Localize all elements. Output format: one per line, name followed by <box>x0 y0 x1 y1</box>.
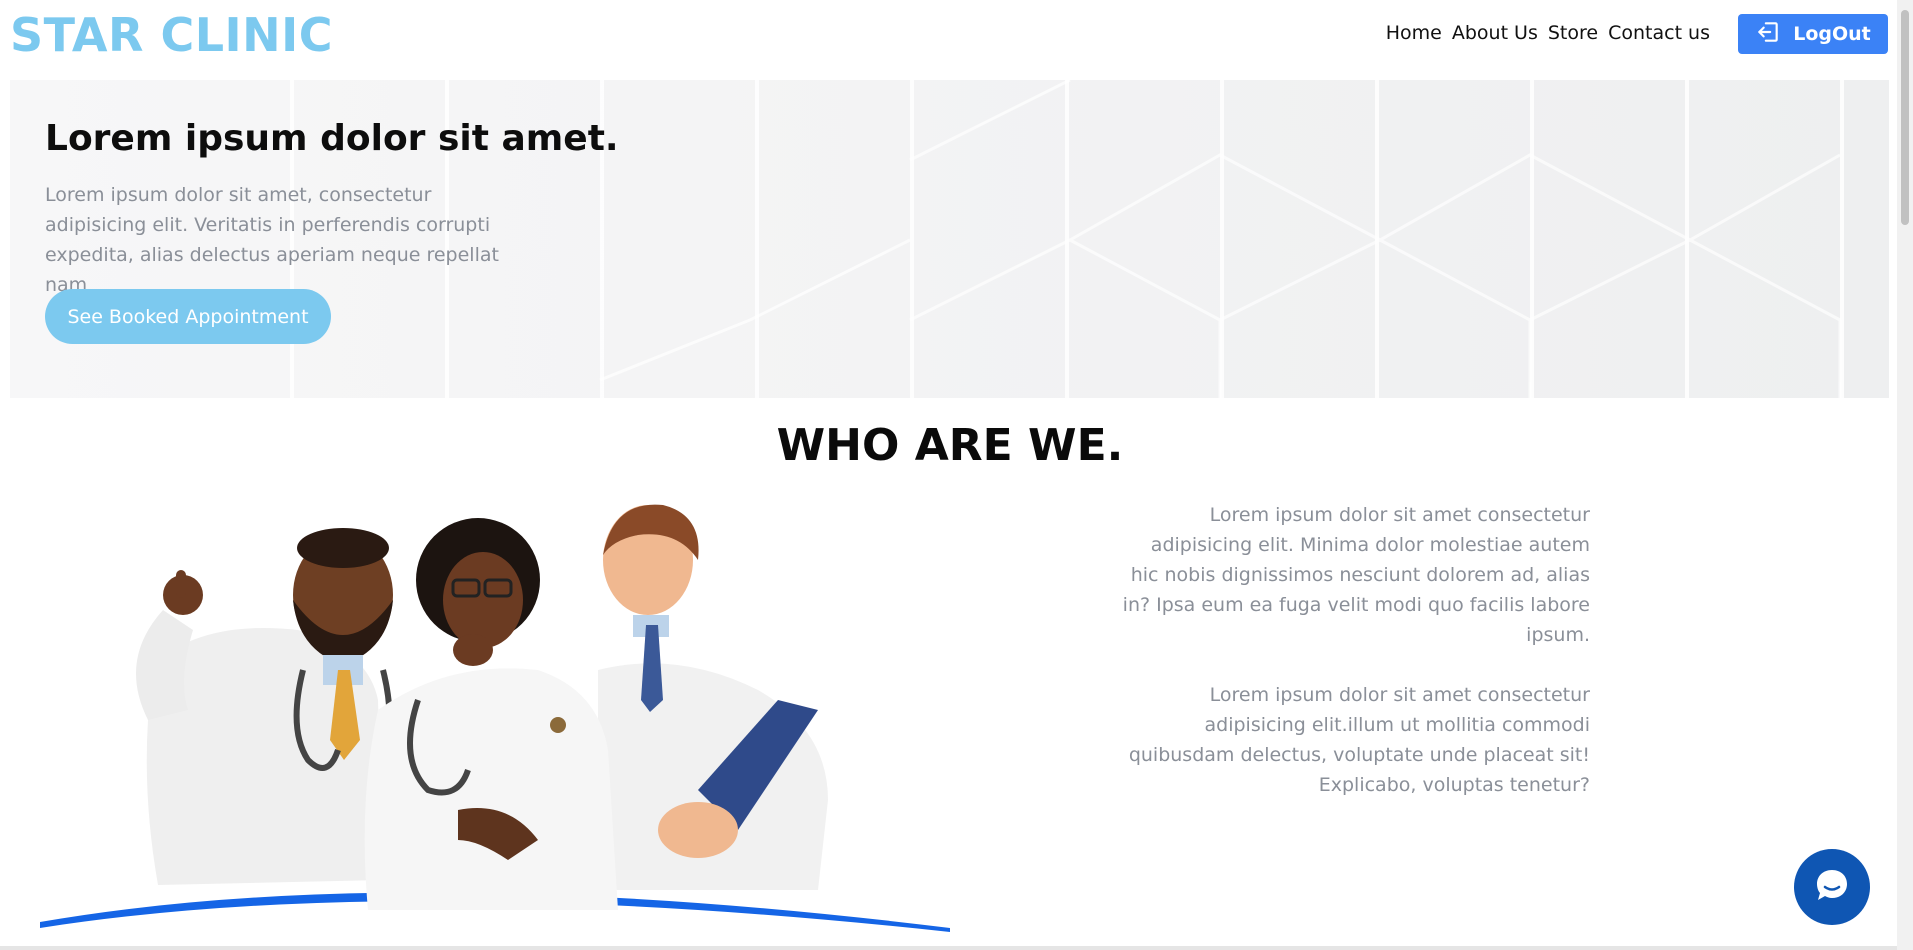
nav-link-contact[interactable]: Contact us <box>1608 22 1710 44</box>
vertical-scrollbar[interactable] <box>1897 0 1913 950</box>
section-title: WHO ARE WE. <box>776 420 1124 471</box>
doctor-right <box>598 504 828 890</box>
nav-link-about[interactable]: About Us <box>1452 22 1538 44</box>
nav-links: Home About Us Store Contact us <box>1386 22 1710 44</box>
doctor-middle <box>364 518 618 910</box>
see-booked-appointment-button[interactable]: See Booked Appointment <box>45 289 331 344</box>
about-paragraph-2: Lorem ipsum dolor sit amet consectetur a… <box>1128 684 1590 796</box>
logout-label: LogOut <box>1793 23 1871 45</box>
nav-link-home[interactable]: Home <box>1386 22 1442 44</box>
logout-icon <box>1755 19 1781 50</box>
hero-title: Lorem ipsum dolor sit amet. <box>45 118 619 159</box>
navbar: STAR CLINIC Home About Us Store Contact … <box>0 0 1893 72</box>
about-paragraph-1: Lorem ipsum dolor sit amet consectetur a… <box>1122 504 1590 646</box>
bottom-edge <box>0 946 1897 950</box>
nav-link-store[interactable]: Store <box>1548 22 1598 44</box>
hero-banner: Lorem ipsum dolor sit amet. Lorem ipsum … <box>10 80 1889 398</box>
hero-description: Lorem ipsum dolor sit amet, consectetur … <box>45 184 499 296</box>
doctor-left <box>136 528 393 885</box>
logout-button[interactable]: LogOut <box>1738 14 1888 54</box>
chat-widget-button[interactable] <box>1794 849 1870 925</box>
brand-logo[interactable]: STAR CLINIC <box>10 8 333 62</box>
doctors-illustration <box>40 504 950 932</box>
chat-icon <box>1812 865 1852 909</box>
scrollbar-thumb[interactable] <box>1901 10 1909 225</box>
